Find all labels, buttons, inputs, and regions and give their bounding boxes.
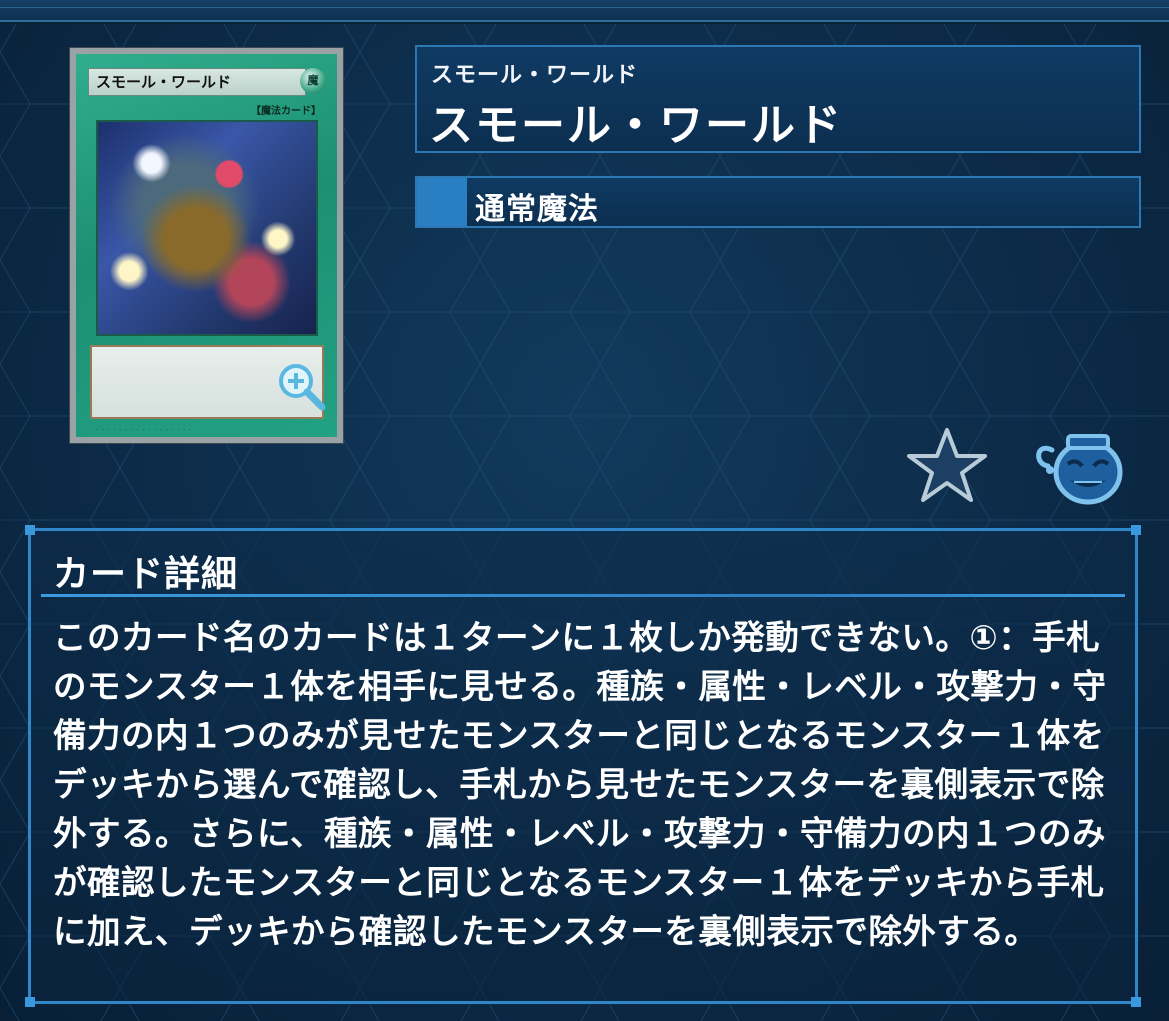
star-icon[interactable] — [906, 426, 988, 504]
panel-corner — [25, 525, 35, 535]
card-name-panel: スモール・ワールド スモール・ワールド — [415, 45, 1141, 153]
card-detail-title: カード詳細 — [53, 554, 239, 595]
card-copyright: · · · · · · · · · · · · · · · · · — [96, 427, 192, 434]
divider — [41, 594, 1125, 597]
card-name: スモール・ワールド — [429, 100, 843, 151]
panel-corner — [1131, 997, 1141, 1007]
card-frame: スモール・ワールド 魔 【魔法カード】 · · · · · · · · · · … — [76, 54, 337, 437]
card-type-color-swatch — [417, 178, 467, 226]
card-image-type: 【魔法カード】 — [251, 106, 321, 117]
card-image-name: スモール・ワールド — [88, 68, 306, 96]
card-type-panel: 通常魔法 — [415, 176, 1141, 228]
card-text-box — [90, 345, 326, 419]
card-effect-text: このカード名のカードは１ターンに１枚しか発動できない。①：手札のモンスター１体を… — [53, 618, 1107, 951]
top-bar — [0, 0, 1169, 22]
spell-attribute-icon: 魔 — [300, 68, 326, 94]
pot-of-greed-icon[interactable] — [1030, 428, 1126, 508]
card-detail-panel: カード詳細 このカード名のカードは１ターンに１枚しか発動できない。①：手札のモン… — [25, 525, 1141, 1007]
card-image[interactable]: スモール・ワールド 魔 【魔法カード】 · · · · · · · · · · … — [70, 48, 343, 443]
card-type-label: 通常魔法 — [475, 192, 599, 227]
panel-corner — [1131, 525, 1141, 535]
card-detail-screen: スモール・ワールド 魔 【魔法カード】 · · · · · · · · · · … — [0, 0, 1169, 1021]
panel-corner — [25, 997, 35, 1007]
card-artwork — [96, 120, 318, 336]
zoom-in-icon[interactable] — [274, 359, 328, 413]
card-name-ruby: スモール・ワールド — [431, 63, 639, 88]
